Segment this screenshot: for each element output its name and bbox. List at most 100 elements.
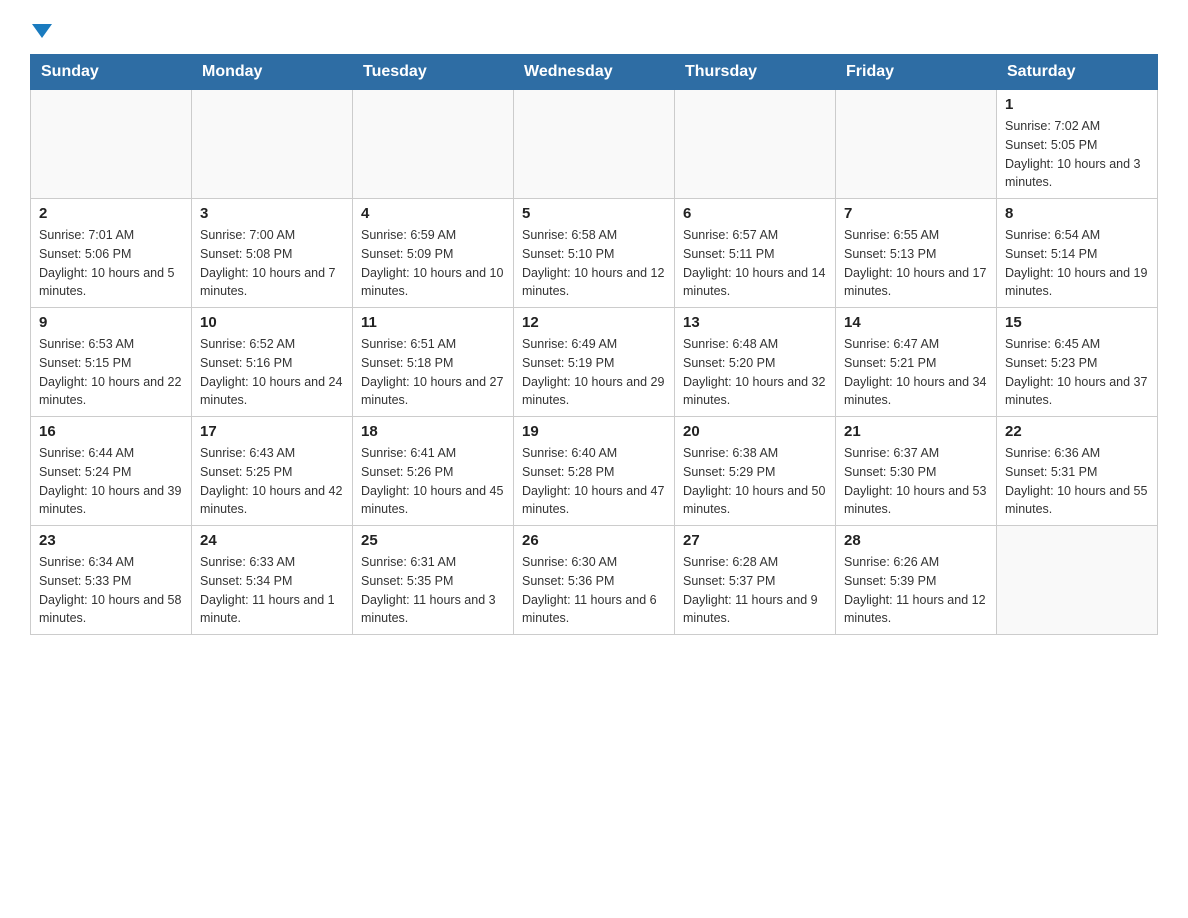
day-info: Sunrise: 6:53 AM Sunset: 5:15 PM Dayligh… <box>39 335 183 410</box>
calendar-cell <box>192 90 353 199</box>
calendar-week-row: 2Sunrise: 7:01 AM Sunset: 5:06 PM Daylig… <box>31 199 1158 308</box>
day-info: Sunrise: 6:45 AM Sunset: 5:23 PM Dayligh… <box>1005 335 1149 410</box>
day-number: 23 <box>39 532 183 549</box>
calendar-cell <box>353 90 514 199</box>
calendar-cell: 22 Sunrise: 6:36 AM Sunset: 5:31 PM Dayli… <box>997 417 1158 526</box>
day-of-week-friday: Friday <box>836 55 997 90</box>
calendar-cell: 26 Sunrise: 6:30 AM Sunset: 5:36 PM Dayli… <box>514 526 675 635</box>
day-info: Sunrise: 7:00 AM Sunset: 5:08 PM Dayligh… <box>200 226 344 301</box>
day-info: Sunrise: 6:40 AM Sunset: 5:28 PM Dayligh… <box>522 444 666 519</box>
calendar-week-row: 16 Sunrise: 6:44 AM Sunset: 5:24 PM Dayli… <box>31 417 1158 526</box>
day-info: Sunrise: 6:52 AM Sunset: 5:16 PM Dayligh… <box>200 335 344 410</box>
calendar-table: SundayMondayTuesdayWednesdayThursdayFrid… <box>30 54 1158 635</box>
day-info: Sunrise: 6:43 AM Sunset: 5:25 PM Dayligh… <box>200 444 344 519</box>
calendar-cell: 5 Sunrise: 6:58 AM Sunset: 5:10 PM Daylig… <box>514 199 675 308</box>
day-info: Sunrise: 6:28 AM Sunset: 5:37 PM Dayligh… <box>683 553 827 628</box>
calendar-cell: 13 Sunrise: 6:48 AM Sunset: 5:20 PM Dayli… <box>675 308 836 417</box>
day-of-week-saturday: Saturday <box>997 55 1158 90</box>
day-info: Sunrise: 6:41 AM Sunset: 5:26 PM Dayligh… <box>361 444 505 519</box>
calendar-cell: 3 Sunrise: 7:00 AM Sunset: 5:08 PM Daylig… <box>192 199 353 308</box>
calendar-cell: 21 Sunrise: 6:37 AM Sunset: 5:30 PM Dayli… <box>836 417 997 526</box>
calendar-cell: 2Sunrise: 7:01 AM Sunset: 5:06 PM Daylig… <box>31 199 192 308</box>
day-info: Sunrise: 7:01 AM Sunset: 5:06 PM Dayligh… <box>39 226 183 301</box>
day-info: Sunrise: 6:31 AM Sunset: 5:35 PM Dayligh… <box>361 553 505 628</box>
day-number: 16 <box>39 423 183 440</box>
day-info: Sunrise: 6:44 AM Sunset: 5:24 PM Dayligh… <box>39 444 183 519</box>
day-info: Sunrise: 6:51 AM Sunset: 5:18 PM Dayligh… <box>361 335 505 410</box>
day-info: Sunrise: 6:58 AM Sunset: 5:10 PM Dayligh… <box>522 226 666 301</box>
calendar-cell: 10 Sunrise: 6:52 AM Sunset: 5:16 PM Dayli… <box>192 308 353 417</box>
calendar-cell: 12 Sunrise: 6:49 AM Sunset: 5:19 PM Dayli… <box>514 308 675 417</box>
day-info: Sunrise: 6:49 AM Sunset: 5:19 PM Dayligh… <box>522 335 666 410</box>
calendar-cell: 15 Sunrise: 6:45 AM Sunset: 5:23 PM Dayli… <box>997 308 1158 417</box>
calendar-cell: 11 Sunrise: 6:51 AM Sunset: 5:18 PM Dayli… <box>353 308 514 417</box>
day-number: 1 <box>1005 96 1149 113</box>
calendar-week-row: 23 Sunrise: 6:34 AM Sunset: 5:33 PM Dayli… <box>31 526 1158 635</box>
day-number: 21 <box>844 423 988 440</box>
calendar-cell: 1 Sunrise: 7:02 AM Sunset: 5:05 PM Daylig… <box>997 90 1158 199</box>
day-number: 7 <box>844 205 988 222</box>
calendar-cell <box>836 90 997 199</box>
day-info: Sunrise: 6:36 AM Sunset: 5:31 PM Dayligh… <box>1005 444 1149 519</box>
calendar-cell: 27 Sunrise: 6:28 AM Sunset: 5:37 PM Dayli… <box>675 526 836 635</box>
calendar-cell <box>514 90 675 199</box>
day-info: Sunrise: 6:34 AM Sunset: 5:33 PM Dayligh… <box>39 553 183 628</box>
day-of-week-wednesday: Wednesday <box>514 55 675 90</box>
day-number: 3 <box>200 205 344 222</box>
calendar-cell: 18 Sunrise: 6:41 AM Sunset: 5:26 PM Dayli… <box>353 417 514 526</box>
day-of-week-tuesday: Tuesday <box>353 55 514 90</box>
day-number: 10 <box>200 314 344 331</box>
calendar-cell: 8 Sunrise: 6:54 AM Sunset: 5:14 PM Daylig… <box>997 199 1158 308</box>
calendar-cell <box>997 526 1158 635</box>
day-number: 17 <box>200 423 344 440</box>
day-number: 5 <box>522 205 666 222</box>
day-number: 11 <box>361 314 505 331</box>
day-info: Sunrise: 6:48 AM Sunset: 5:20 PM Dayligh… <box>683 335 827 410</box>
day-info: Sunrise: 6:37 AM Sunset: 5:30 PM Dayligh… <box>844 444 988 519</box>
calendar-cell: 17 Sunrise: 6:43 AM Sunset: 5:25 PM Dayli… <box>192 417 353 526</box>
day-number: 8 <box>1005 205 1149 222</box>
logo <box>30 20 52 34</box>
calendar-week-row: 9 Sunrise: 6:53 AM Sunset: 5:15 PM Daylig… <box>31 308 1158 417</box>
day-number: 12 <box>522 314 666 331</box>
day-info: Sunrise: 6:59 AM Sunset: 5:09 PM Dayligh… <box>361 226 505 301</box>
day-number: 4 <box>361 205 505 222</box>
day-number: 15 <box>1005 314 1149 331</box>
page-header <box>30 20 1158 34</box>
day-of-week-monday: Monday <box>192 55 353 90</box>
day-info: Sunrise: 7:02 AM Sunset: 5:05 PM Dayligh… <box>1005 117 1149 192</box>
day-number: 6 <box>683 205 827 222</box>
calendar-cell: 25 Sunrise: 6:31 AM Sunset: 5:35 PM Dayli… <box>353 526 514 635</box>
calendar-cell <box>675 90 836 199</box>
calendar-header-row: SundayMondayTuesdayWednesdayThursdayFrid… <box>31 55 1158 90</box>
day-number: 22 <box>1005 423 1149 440</box>
calendar-cell: 19 Sunrise: 6:40 AM Sunset: 5:28 PM Dayli… <box>514 417 675 526</box>
calendar-cell: 20 Sunrise: 6:38 AM Sunset: 5:29 PM Dayli… <box>675 417 836 526</box>
day-number: 24 <box>200 532 344 549</box>
day-info: Sunrise: 6:33 AM Sunset: 5:34 PM Dayligh… <box>200 553 344 628</box>
day-number: 25 <box>361 532 505 549</box>
day-info: Sunrise: 6:47 AM Sunset: 5:21 PM Dayligh… <box>844 335 988 410</box>
calendar-cell <box>31 90 192 199</box>
day-number: 14 <box>844 314 988 331</box>
day-number: 13 <box>683 314 827 331</box>
calendar-cell: 16 Sunrise: 6:44 AM Sunset: 5:24 PM Dayli… <box>31 417 192 526</box>
day-number: 18 <box>361 423 505 440</box>
calendar-cell: 23 Sunrise: 6:34 AM Sunset: 5:33 PM Dayli… <box>31 526 192 635</box>
day-number: 28 <box>844 532 988 549</box>
day-info: Sunrise: 6:30 AM Sunset: 5:36 PM Dayligh… <box>522 553 666 628</box>
day-number: 20 <box>683 423 827 440</box>
calendar-cell: 14 Sunrise: 6:47 AM Sunset: 5:21 PM Dayli… <box>836 308 997 417</box>
day-info: Sunrise: 6:57 AM Sunset: 5:11 PM Dayligh… <box>683 226 827 301</box>
day-of-week-sunday: Sunday <box>31 55 192 90</box>
day-info: Sunrise: 6:38 AM Sunset: 5:29 PM Dayligh… <box>683 444 827 519</box>
day-number: 19 <box>522 423 666 440</box>
logo-arrow-icon <box>32 24 52 38</box>
day-info: Sunrise: 6:26 AM Sunset: 5:39 PM Dayligh… <box>844 553 988 628</box>
day-number: 9 <box>39 314 183 331</box>
day-number: 26 <box>522 532 666 549</box>
calendar-cell: 9 Sunrise: 6:53 AM Sunset: 5:15 PM Daylig… <box>31 308 192 417</box>
day-info: Sunrise: 6:55 AM Sunset: 5:13 PM Dayligh… <box>844 226 988 301</box>
day-info: Sunrise: 6:54 AM Sunset: 5:14 PM Dayligh… <box>1005 226 1149 301</box>
day-number: 27 <box>683 532 827 549</box>
